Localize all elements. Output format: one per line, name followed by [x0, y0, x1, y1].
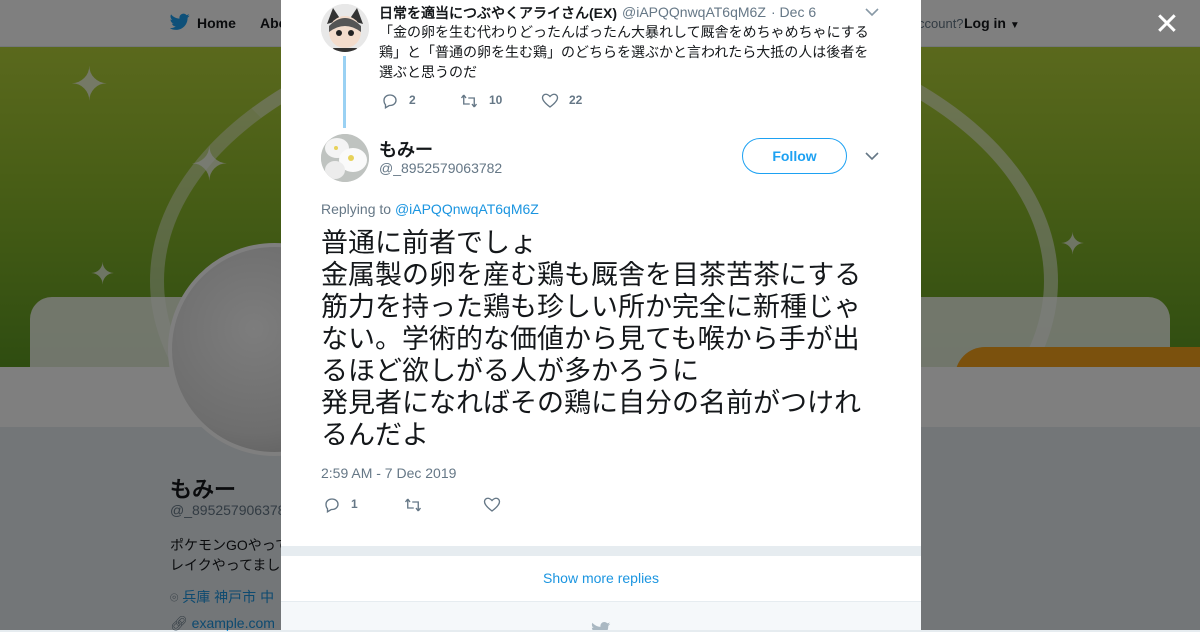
reply-button[interactable]: 1 [323, 496, 358, 514]
section-divider [281, 546, 921, 556]
parent-author-handle[interactable]: @iAPQQnwqAT6qM6Z [622, 4, 766, 20]
replying-to-link[interactable]: @iAPQQnwqAT6qM6Z [395, 201, 539, 217]
parent-reply-count: 2 [409, 93, 416, 108]
more-chevron-icon[interactable] [865, 148, 879, 166]
parent-avatar[interactable] [321, 4, 369, 52]
retweet-icon [404, 498, 422, 512]
modal-footer [281, 602, 921, 630]
retweet-icon [460, 94, 478, 108]
parent-like-button[interactable]: 22 [541, 92, 582, 110]
heart-icon [541, 93, 559, 108]
reply-icon [325, 498, 339, 513]
close-icon[interactable]: ✕ [1150, 8, 1184, 42]
replying-to: Replying to @iAPQQnwqAT6qM6Z [321, 201, 539, 217]
orchid-avatar-icon [321, 134, 369, 182]
show-more-replies-link[interactable]: Show more replies [281, 556, 921, 602]
raccoon-avatar-icon [321, 4, 369, 52]
reply-count: 1 [351, 497, 358, 512]
like-button[interactable] [483, 496, 511, 514]
tweet-modal: 日常を適当につぶやくアライさん(EX) @iAPQQnwqAT6qM6Z · D… [281, 0, 921, 630]
tweet-timestamp[interactable]: 2:59 AM - 7 Dec 2019 [321, 465, 456, 481]
follow-button[interactable]: Follow [742, 138, 847, 174]
parent-tweet-time[interactable]: · Dec 6 [771, 4, 816, 20]
tweet-text: 普通に前者でしょ 金属製の卵を産む鶏も厩舎を目茶苦茶にする筋力を持った鶏も珍しい… [321, 228, 862, 450]
thread-line [343, 56, 346, 128]
parent-like-count: 22 [569, 93, 583, 108]
reply-icon [383, 94, 397, 109]
parent-author-name[interactable]: 日常を適当につぶやくアライさん(EX) [379, 3, 617, 23]
parent-retweet-button[interactable]: 10 [459, 92, 502, 110]
author-avatar[interactable] [321, 134, 369, 182]
parent-reply-button[interactable]: 2 [381, 92, 416, 110]
parent-tweet-text: 「金の卵を生む代わりどったんばったん大暴れして厩舎をめちゃめちゃにする鶏」と「普… [379, 24, 869, 80]
author-handle[interactable]: @_8952579063782 [379, 160, 502, 176]
replying-prefix: Replying to [321, 201, 392, 217]
heart-icon [483, 497, 501, 512]
parent-more-chevron-icon[interactable] [865, 4, 879, 20]
parent-retweet-count: 10 [489, 93, 503, 108]
author-name[interactable]: もみー [379, 136, 433, 162]
retweet-button[interactable] [403, 496, 433, 514]
twitter-bird-icon [591, 622, 611, 630]
